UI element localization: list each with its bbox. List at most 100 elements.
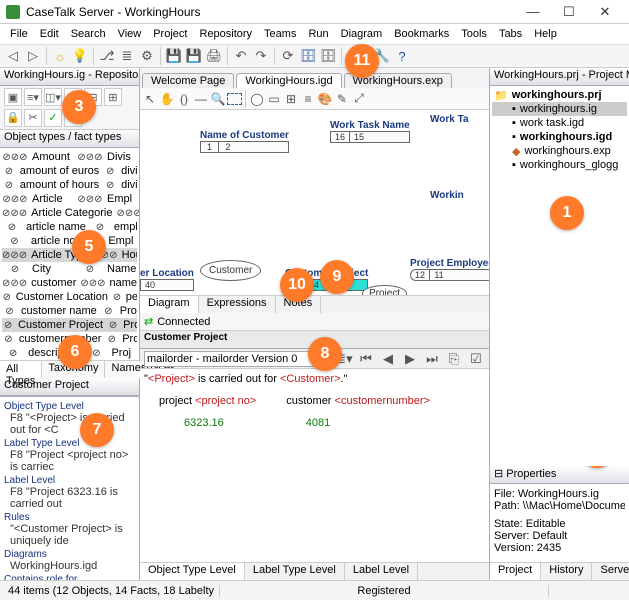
repo-item[interactable]: ⊘amount of hours⊘divis bbox=[2, 178, 137, 192]
pm-tree[interactable]: 📁workinghours.prj ▪workinghours.ig▪work … bbox=[490, 86, 629, 466]
val1[interactable]: 6323.16 bbox=[184, 417, 224, 429]
menu-search[interactable]: Search bbox=[65, 28, 112, 40]
bulb-icon[interactable]: 💡 bbox=[71, 47, 89, 65]
expand-icon[interactable]: ⊞ bbox=[104, 88, 122, 106]
tab-label-level[interactable]: Label Level bbox=[345, 563, 418, 580]
cell[interactable]: 15 bbox=[350, 132, 368, 142]
text-icon[interactable]: () bbox=[176, 91, 192, 107]
fact-icon[interactable]: ▭ bbox=[266, 91, 282, 107]
node-cust-loc[interactable]: er Location bbox=[140, 268, 194, 279]
node-name-customer[interactable]: Name of Customer bbox=[200, 130, 289, 141]
align-icon[interactable]: ⊞ bbox=[283, 91, 299, 107]
last-icon[interactable]: ⏭ bbox=[423, 350, 441, 368]
tab-expressions[interactable]: Expressions bbox=[199, 296, 276, 313]
grp-contains[interactable]: Contains role for bbox=[4, 574, 135, 580]
toggle-icon[interactable]: ☑ bbox=[467, 350, 485, 368]
pm-item[interactable]: ▪workinghours.ig bbox=[492, 102, 627, 116]
layers-icon[interactable]: ≡ bbox=[300, 91, 316, 107]
list-icon[interactable]: ≣ bbox=[118, 47, 136, 65]
repo-tree[interactable]: 5 ⊘⊘⊘Amount⊘⊘⊘Divis⊘amount of euros⊘divi… bbox=[0, 148, 139, 360]
line-diagram[interactable]: WorkingHours.igd bbox=[4, 560, 135, 572]
tree-icon[interactable]: ⎇ bbox=[98, 47, 116, 65]
version-combo[interactable]: mailorder - mailorder Version 0 bbox=[144, 351, 331, 367]
node-project-oval[interactable]: Project bbox=[362, 285, 407, 295]
grp-rules[interactable]: Rules bbox=[4, 512, 135, 523]
pm-item[interactable]: ▪workinghours.igd bbox=[492, 130, 627, 144]
print-icon[interactable]: 🖨 bbox=[205, 47, 223, 65]
sort-icon[interactable]: ≡▾ bbox=[24, 88, 42, 106]
repo-item[interactable]: ⊘article name⊘empl bbox=[2, 220, 137, 234]
grp-label-level[interactable]: Label Level bbox=[4, 475, 135, 486]
menu-tabs[interactable]: Tabs bbox=[493, 28, 528, 40]
repo-item[interactable]: ⊘amount of euros⊘divis bbox=[2, 164, 137, 178]
expr-body[interactable]: "<Project> is carried out for <Customer>… bbox=[140, 369, 489, 562]
repo-item[interactable]: ⊘customer name⊘Proj bbox=[2, 304, 137, 318]
menu-edit[interactable]: Edit bbox=[34, 28, 65, 40]
node-customer-oval[interactable]: Customer bbox=[200, 260, 261, 281]
cell[interactable]: 40 bbox=[141, 280, 159, 290]
db2-icon[interactable]: 🗄 bbox=[319, 47, 337, 65]
cut-icon[interactable]: ✂ bbox=[24, 109, 42, 127]
forward-icon[interactable]: ▷ bbox=[24, 47, 42, 65]
prev-icon[interactable]: ◀ bbox=[379, 350, 397, 368]
menu-project[interactable]: Project bbox=[147, 28, 193, 40]
repo-item[interactable]: ⊘⊘⊘Article Categorie⊘⊘⊘Empl bbox=[2, 206, 137, 220]
repo-item[interactable]: ⊘Customer Project⊘Proj bbox=[2, 318, 137, 332]
pm-item[interactable]: ▪work task.igd bbox=[492, 116, 627, 130]
connect-icon[interactable]: ⇄ bbox=[144, 315, 153, 328]
tab-igd[interactable]: WorkingHours.igd bbox=[236, 73, 341, 88]
sun-icon[interactable]: ☼ bbox=[51, 47, 69, 65]
minimize-button[interactable]: — bbox=[515, 4, 551, 19]
menu-teams[interactable]: Teams bbox=[258, 28, 302, 40]
filter-icon[interactable]: ▣ bbox=[4, 88, 22, 106]
repo-item[interactable]: ⊘⊘⊘customer⊘⊘⊘name bbox=[2, 276, 137, 290]
cell[interactable]: 1 bbox=[201, 142, 219, 152]
line-rules[interactable]: "<Customer Project> is uniquely ide bbox=[4, 523, 135, 547]
maximize-button[interactable]: ☐ bbox=[551, 4, 587, 20]
node-proj-emp[interactable]: Project Employee bbox=[410, 258, 489, 269]
menu-repository[interactable]: Repository bbox=[193, 28, 258, 40]
line-f8-2[interactable]: F8 "Project <project no> is carriec bbox=[4, 449, 135, 473]
hand-icon[interactable]: ✋ bbox=[159, 91, 175, 107]
grp-object-type[interactable]: Object Type Level bbox=[4, 401, 135, 412]
node-workin[interactable]: Workin bbox=[430, 190, 464, 201]
select-rect-icon[interactable] bbox=[227, 93, 242, 105]
cell[interactable]: 12 bbox=[411, 270, 430, 280]
tab-all-types[interactable]: All Types bbox=[0, 361, 42, 378]
tab-welcome[interactable]: Welcome Page bbox=[142, 73, 234, 88]
col2-ph[interactable]: <customernumber> bbox=[335, 395, 430, 407]
cell[interactable]: 16 bbox=[331, 132, 350, 142]
tab-label-type-level[interactable]: Label Type Level bbox=[245, 563, 345, 580]
line-f8-3[interactable]: F8 "Project 6323.16 is carried out bbox=[4, 486, 135, 510]
node-workta[interactable]: Work Ta bbox=[430, 114, 469, 125]
help-icon[interactable]: ? bbox=[393, 47, 411, 65]
lock-icon[interactable]: 🔒 bbox=[4, 109, 22, 127]
split-icon[interactable]: ◫▾ bbox=[44, 88, 62, 106]
menu-view[interactable]: View bbox=[112, 28, 148, 40]
cell[interactable]: 11 bbox=[430, 270, 448, 280]
pm-item[interactable]: ▪workinghours_glogg bbox=[492, 158, 627, 172]
gear-icon[interactable]: ⚙ bbox=[138, 47, 156, 65]
fit-icon[interactable]: ⤢ bbox=[351, 91, 367, 107]
repo-item[interactable]: ⊘article no⊘Empl bbox=[2, 234, 137, 248]
undo-icon[interactable]: ↶ bbox=[232, 47, 250, 65]
repo-item[interactable]: ⊘Customer Location⊘perso bbox=[2, 290, 137, 304]
repo-item[interactable]: ⊘⊘⊘Article Type⊘⊘⊘Hour bbox=[2, 248, 137, 262]
grp-label-type[interactable]: Label Type Level bbox=[4, 438, 135, 449]
menu-run[interactable]: Run bbox=[302, 28, 334, 40]
next-icon[interactable]: ▶ bbox=[401, 350, 419, 368]
db-icon[interactable]: 🗄 bbox=[299, 47, 317, 65]
col1-ph[interactable]: <project no> bbox=[195, 395, 256, 407]
line-f8-1[interactable]: F8 "<Project> is carried out for <C bbox=[4, 412, 135, 436]
color-icon[interactable]: 🎨 bbox=[317, 91, 333, 107]
edit-icon[interactable]: ✎ bbox=[334, 91, 350, 107]
ph-project[interactable]: <Project> bbox=[148, 373, 195, 385]
repo-item[interactable]: ⊘⊘⊘Article⊘⊘⊘Empl bbox=[2, 192, 137, 206]
save-icon[interactable]: 💾 bbox=[165, 47, 183, 65]
saveall-icon[interactable]: 💾 bbox=[185, 47, 203, 65]
redo-icon[interactable]: ↷ bbox=[252, 47, 270, 65]
tab-diagram[interactable]: Diagram bbox=[140, 296, 199, 313]
back-icon[interactable]: ◁ bbox=[4, 47, 22, 65]
grp-diagrams[interactable]: Diagrams bbox=[4, 549, 135, 560]
tab-server[interactable]: Server bbox=[592, 563, 629, 580]
